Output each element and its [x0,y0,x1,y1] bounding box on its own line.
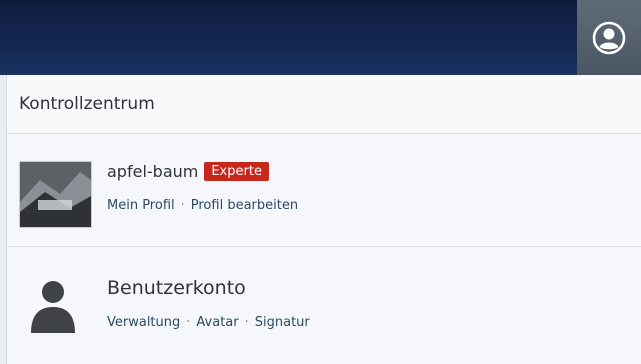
avatar-link[interactable]: Avatar [196,315,238,330]
signature-link[interactable]: Signatur [255,315,310,330]
person-icon [31,281,75,333]
user-circle-icon [592,21,626,54]
avatar[interactable] [19,161,92,228]
account-links: Verwaltung · Avatar · Signatur [107,315,310,330]
account-management-link[interactable]: Verwaltung [107,315,180,330]
account-section-title[interactable]: Benutzerkonto [107,277,246,299]
username-line: apfel-baum Experte [107,162,269,181]
username-link[interactable]: apfel-baum [107,162,198,181]
link-separator: · [186,315,191,330]
rank-badge: Experte [204,162,269,181]
edit-profile-link[interactable]: Profil bearbeiten [191,198,298,213]
control-center-panel: Kontrollzentrum apfel-baum Experte Mein … [6,75,641,364]
user-menu-button[interactable] [577,0,641,75]
avatar-image [20,162,91,227]
top-bar [0,0,641,75]
account-row: Benutzerkonto Verwaltung · Avatar · Sign… [7,247,641,359]
my-profile-link[interactable]: Mein Profil [107,198,175,213]
link-separator: · [180,198,185,213]
profile-links: Mein Profil · Profil bearbeiten [107,198,298,213]
panel-title: Kontrollzentrum [7,75,641,134]
profile-row: apfel-baum Experte Mein Profil · Profil … [7,134,641,247]
link-separator: · [244,315,249,330]
